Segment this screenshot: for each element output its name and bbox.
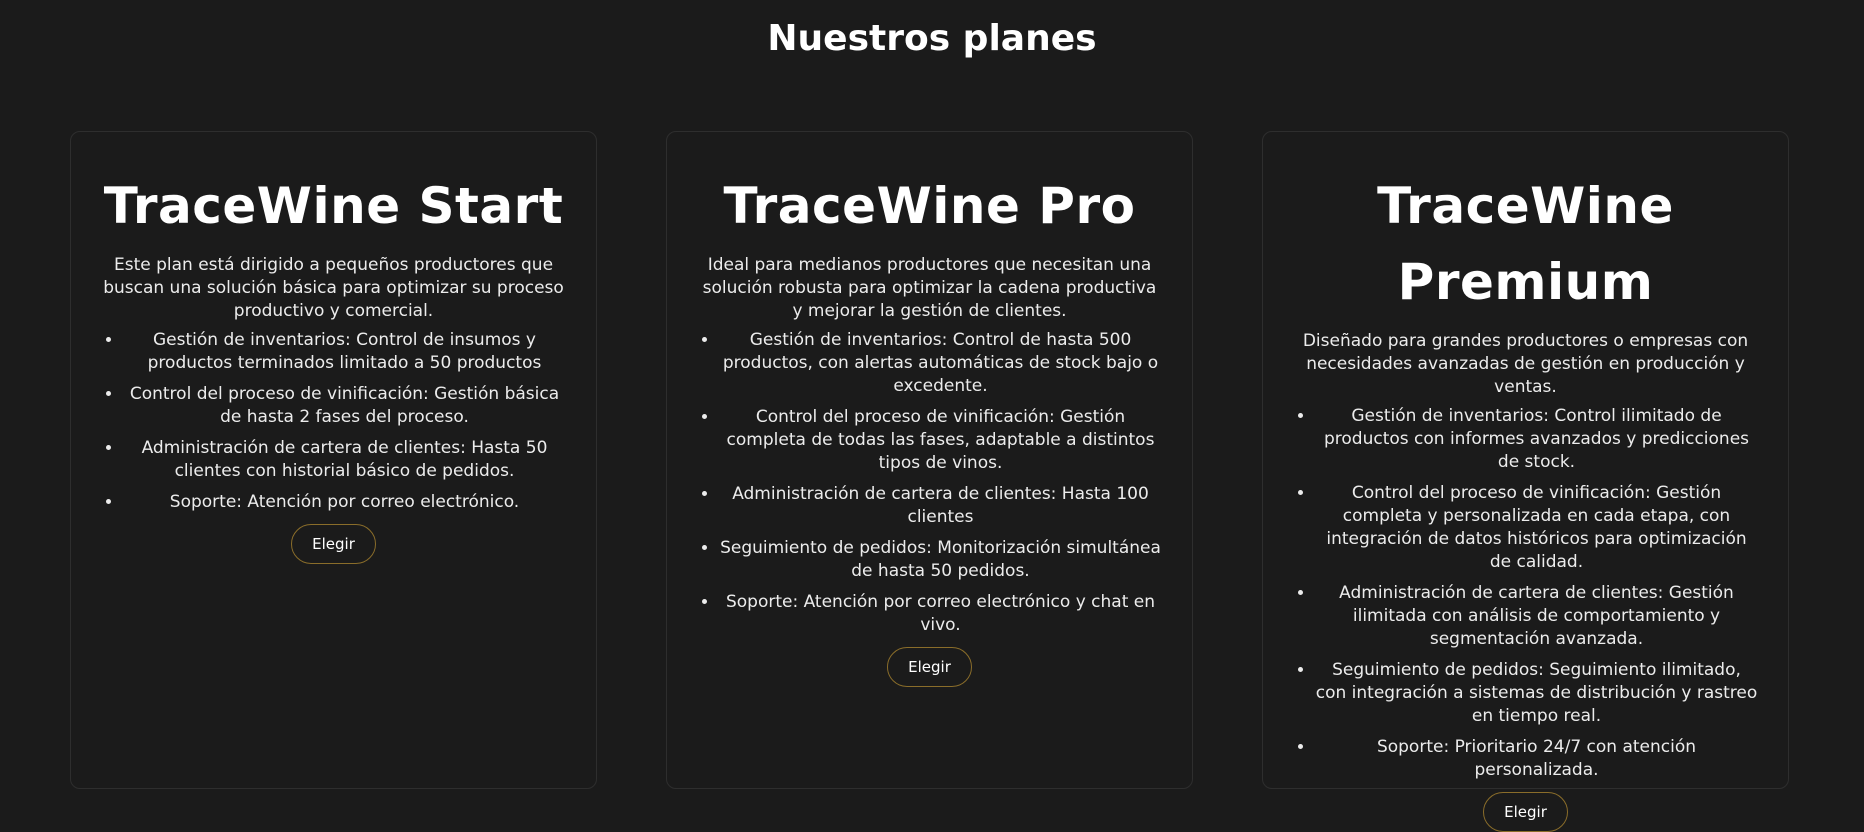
plan-description: Ideal para medianos productores que nece… <box>702 255 1157 321</box>
choose-plan-button[interactable]: Elegir <box>1483 792 1568 832</box>
feature-item: Soporte: Atención por correo electrónico… <box>123 491 566 514</box>
feature-item: Control del proceso de vinificación: Ges… <box>1315 482 1758 574</box>
feature-item: Soporte: Atención por correo electrónico… <box>719 591 1162 637</box>
section-title: Nuestros planes <box>767 18 1097 59</box>
feature-item: Soporte: Prioritario 24/7 con atención p… <box>1315 736 1758 782</box>
plan-description: Este plan está dirigido a pequeños produ… <box>103 255 564 321</box>
feature-list: Gestión de inventarios: Control ilimitad… <box>1293 405 1758 782</box>
feature-list: Gestión de inventarios: Control de hasta… <box>697 329 1162 637</box>
plans-container: TraceWine Start Este plan está dirigido … <box>70 131 1790 832</box>
feature-item: Control del proceso de vinificación: Ges… <box>719 406 1162 475</box>
choose-plan-button[interactable]: Elegir <box>887 647 972 687</box>
feature-item: Administración de cartera de clientes: H… <box>123 437 566 483</box>
plan-description: Diseñado para grandes productores o empr… <box>1302 331 1749 397</box>
feature-item: Seguimiento de pedidos: Monitorización s… <box>719 537 1162 583</box>
plan-card-premium: TraceWine Premium Diseñado para grandes … <box>1262 131 1789 832</box>
plan-title: TraceWine Premium <box>1377 177 1674 311</box>
plan-card-pro: TraceWine Pro Ideal para medianos produc… <box>666 131 1193 789</box>
plan-card-start: TraceWine Start Este plan está dirigido … <box>70 131 597 789</box>
feature-item: Control del proceso de vinificación: Ges… <box>123 383 566 429</box>
feature-item: Gestión de inventarios: Control de insum… <box>123 329 566 375</box>
feature-list: Gestión de inventarios: Control de insum… <box>101 329 566 514</box>
choose-plan-button[interactable]: Elegir <box>291 524 376 564</box>
plan-title: TraceWine Start <box>103 177 564 235</box>
feature-item: Administración de cartera de clientes: H… <box>719 483 1162 529</box>
feature-item: Gestión de inventarios: Control ilimitad… <box>1315 405 1758 474</box>
feature-item: Gestión de inventarios: Control de hasta… <box>719 329 1162 398</box>
feature-item: Seguimiento de pedidos: Seguimiento ilim… <box>1315 659 1758 728</box>
feature-item: Administración de cartera de clientes: G… <box>1315 582 1758 651</box>
plan-title: TraceWine Pro <box>723 177 1136 235</box>
